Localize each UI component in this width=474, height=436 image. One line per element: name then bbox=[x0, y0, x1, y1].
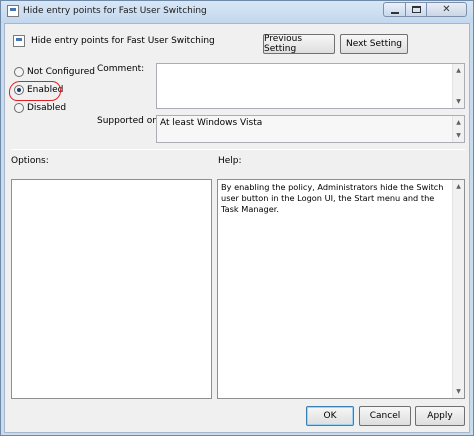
policy-setting-icon bbox=[13, 35, 25, 47]
help-label: Help: bbox=[218, 156, 242, 166]
supported-on-field: At least Windows Vista ▲ ▼ bbox=[156, 115, 465, 143]
maximize-button[interactable] bbox=[405, 2, 427, 17]
supported-on-value: At least Windows Vista bbox=[160, 118, 263, 128]
supported-on-label: Supported on: bbox=[97, 116, 161, 126]
section-divider bbox=[11, 149, 465, 150]
scroll-down-icon[interactable]: ▼ bbox=[453, 96, 464, 107]
close-icon: ✕ bbox=[442, 4, 451, 15]
comment-scrollbar[interactable]: ▲ ▼ bbox=[452, 64, 464, 108]
radio-label: Enabled bbox=[27, 85, 64, 95]
apply-button[interactable]: Apply bbox=[415, 406, 465, 426]
radio-label: Not Configured bbox=[27, 67, 95, 77]
scroll-down-icon[interactable]: ▼ bbox=[453, 386, 464, 397]
window-title: Hide entry points for Fast User Switchin… bbox=[23, 6, 207, 16]
policy-name: Hide entry points for Fast User Switchin… bbox=[31, 36, 215, 46]
previous-setting-button[interactable]: Previous Setting bbox=[263, 34, 335, 54]
help-scrollbar[interactable]: ▲ ▼ bbox=[452, 180, 464, 398]
minimize-icon bbox=[391, 12, 399, 14]
comment-label: Comment: bbox=[97, 64, 145, 74]
radio-disabled[interactable]: Disabled bbox=[14, 103, 66, 113]
policy-dialog: Hide entry points for Fast User Switchin… bbox=[0, 0, 474, 436]
minimize-button[interactable] bbox=[383, 2, 405, 17]
radio-circle[interactable] bbox=[14, 85, 24, 95]
close-button[interactable]: ✕ bbox=[427, 2, 467, 17]
dialog-body: Hide entry points for Fast User Switchin… bbox=[4, 23, 470, 433]
help-panel: By enabling the policy, Administrators h… bbox=[217, 179, 465, 399]
scroll-up-icon[interactable]: ▲ bbox=[453, 65, 464, 76]
comment-field[interactable]: ▲ ▼ bbox=[156, 63, 465, 109]
help-text: By enabling the policy, Administrators h… bbox=[221, 182, 444, 214]
supported-scrollbar[interactable]: ▲ ▼ bbox=[452, 116, 464, 142]
cancel-button[interactable]: Cancel bbox=[359, 406, 411, 426]
options-label: Options: bbox=[11, 156, 49, 166]
next-setting-button[interactable]: Next Setting bbox=[340, 34, 408, 54]
scroll-up-icon[interactable]: ▲ bbox=[453, 117, 464, 128]
title-bar[interactable]: Hide entry points for Fast User Switchin… bbox=[1, 1, 473, 23]
radio-circle[interactable] bbox=[14, 67, 24, 77]
ok-button[interactable]: OK bbox=[306, 406, 354, 426]
window-controls: ✕ bbox=[383, 2, 467, 18]
scroll-up-icon[interactable]: ▲ bbox=[453, 181, 464, 192]
options-panel bbox=[11, 179, 212, 399]
radio-label: Disabled bbox=[27, 103, 67, 113]
radio-enabled[interactable]: Enabled bbox=[14, 85, 63, 95]
policy-setting-icon bbox=[7, 5, 19, 17]
radio-not-configured[interactable]: Not Configured bbox=[14, 67, 95, 77]
scroll-down-icon[interactable]: ▼ bbox=[453, 130, 464, 141]
maximize-icon bbox=[412, 6, 421, 13]
radio-circle[interactable] bbox=[14, 103, 24, 113]
